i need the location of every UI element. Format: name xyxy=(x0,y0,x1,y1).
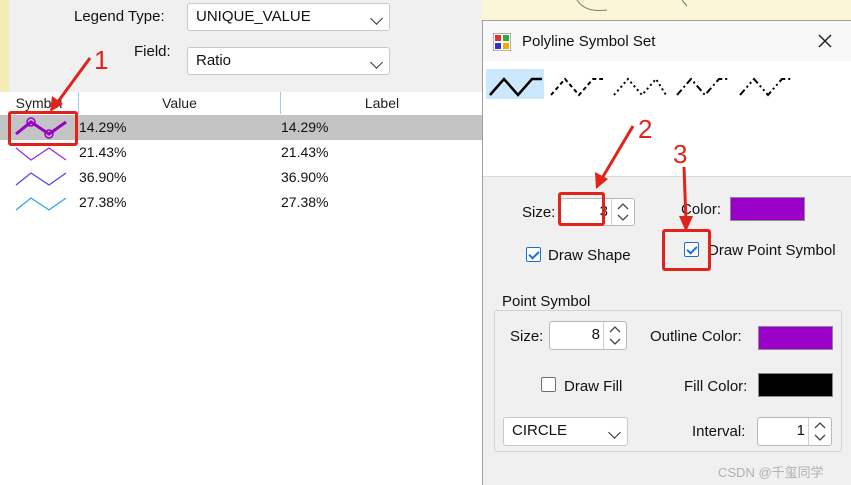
legend-type-label: Legend Type: xyxy=(74,8,165,25)
dash-dot-line-icon xyxy=(676,77,729,97)
line-style-solid[interactable] xyxy=(486,69,544,99)
outline-color-label: Outline Color: xyxy=(650,328,742,345)
spinner-buttons[interactable] xyxy=(603,322,626,349)
draw-fill-checkbox[interactable] xyxy=(541,377,556,392)
color-label: Color: xyxy=(681,201,722,218)
size-label: Size: xyxy=(522,204,556,221)
field-label: Field: xyxy=(134,43,171,60)
up-down-arrows-icon xyxy=(609,326,621,345)
table-row[interactable]: 36.90% 36.90% xyxy=(0,165,483,190)
dashed-line-icon xyxy=(550,77,603,97)
draw-shape-label: Draw Shape xyxy=(548,247,631,264)
up-down-arrows-icon xyxy=(814,422,826,441)
point-symbol-group-label: Point Symbol xyxy=(500,293,593,310)
up-down-arrows-icon xyxy=(617,203,629,221)
polyline-symbol-icon xyxy=(15,197,67,211)
line-style-list xyxy=(483,61,851,177)
interval-value: 1 xyxy=(796,422,805,439)
row-value: 36.90% xyxy=(79,169,127,185)
line-style-dash[interactable] xyxy=(547,69,605,99)
annotation-number-1: 1 xyxy=(94,45,109,75)
point-size-label: Size: xyxy=(510,328,544,345)
symbol-table: Symbol Value Label 14.29% 14.29% 21.43% … xyxy=(0,92,483,485)
field-dropdown[interactable]: Ratio xyxy=(187,47,390,75)
row-label: 14.29% xyxy=(281,119,329,135)
line-style-dash-dot-dot[interactable] xyxy=(736,69,794,99)
spinner-buttons[interactable] xyxy=(611,199,634,225)
table-row[interactable]: 27.38% 27.38% xyxy=(0,190,483,215)
map-background xyxy=(482,0,851,20)
dotted-line-icon xyxy=(613,77,667,97)
chevron-down-icon xyxy=(370,56,383,69)
interval-spinner[interactable]: 1 xyxy=(757,417,832,446)
interval-label: Interval: xyxy=(692,423,746,440)
solid-line-icon xyxy=(489,77,542,97)
annotation-number-3: 3 xyxy=(673,139,688,169)
outline-color-swatch[interactable] xyxy=(758,326,833,350)
spinner-buttons[interactable] xyxy=(808,418,831,445)
point-size-value: 8 xyxy=(591,326,600,343)
row-label: 27.38% xyxy=(281,194,329,210)
legend-type-dropdown[interactable]: UNIQUE_VALUE xyxy=(187,3,390,31)
row-value: 21.43% xyxy=(79,144,127,160)
dialog-titlebar: Polyline Symbol Set xyxy=(483,21,851,61)
draw-fill-label: Draw Fill xyxy=(564,378,623,395)
point-size-spinner[interactable]: 8 xyxy=(549,321,627,350)
draw-shape-checkbox[interactable] xyxy=(526,247,541,262)
line-color-swatch[interactable] xyxy=(730,197,805,221)
close-icon[interactable] xyxy=(818,34,832,48)
legend-panel: Legend Type: UNIQUE_VALUE Field: Ratio S… xyxy=(0,0,483,485)
row-value: 27.38% xyxy=(79,194,127,210)
annotation-box-1 xyxy=(8,111,78,146)
chevron-down-icon xyxy=(370,12,383,25)
column-header-value[interactable]: Value xyxy=(79,92,281,114)
row-label: 36.90% xyxy=(281,169,329,185)
map-outline xyxy=(576,0,688,11)
annotation-box-3 xyxy=(662,229,711,271)
watermark: CSDN @千玺同学 xyxy=(718,465,824,480)
field-value: Ratio xyxy=(196,52,232,69)
draw-point-symbol-label: Draw Point Symbol xyxy=(708,242,836,259)
point-shape-value: CIRCLE xyxy=(512,422,568,439)
fill-color-label: Fill Color: xyxy=(684,378,748,395)
row-label: 21.43% xyxy=(281,144,329,160)
chevron-down-icon xyxy=(608,426,621,439)
polyline-symbol-icon xyxy=(15,172,67,186)
dash-dot-dot-line-icon xyxy=(739,77,792,97)
polyline-app-icon xyxy=(493,33,511,51)
dialog-title: Polyline Symbol Set xyxy=(522,33,656,50)
annotation-number-2: 2 xyxy=(638,114,653,144)
row-value: 14.29% xyxy=(79,119,127,135)
annotation-box-2 xyxy=(558,192,605,226)
point-shape-dropdown[interactable]: CIRCLE xyxy=(503,417,628,446)
fill-color-swatch[interactable] xyxy=(758,373,833,397)
column-header-label[interactable]: Label xyxy=(281,92,483,114)
legend-type-value: UNIQUE_VALUE xyxy=(196,8,311,25)
line-style-dash-dot[interactable] xyxy=(673,69,731,99)
line-style-dot[interactable] xyxy=(610,69,668,99)
